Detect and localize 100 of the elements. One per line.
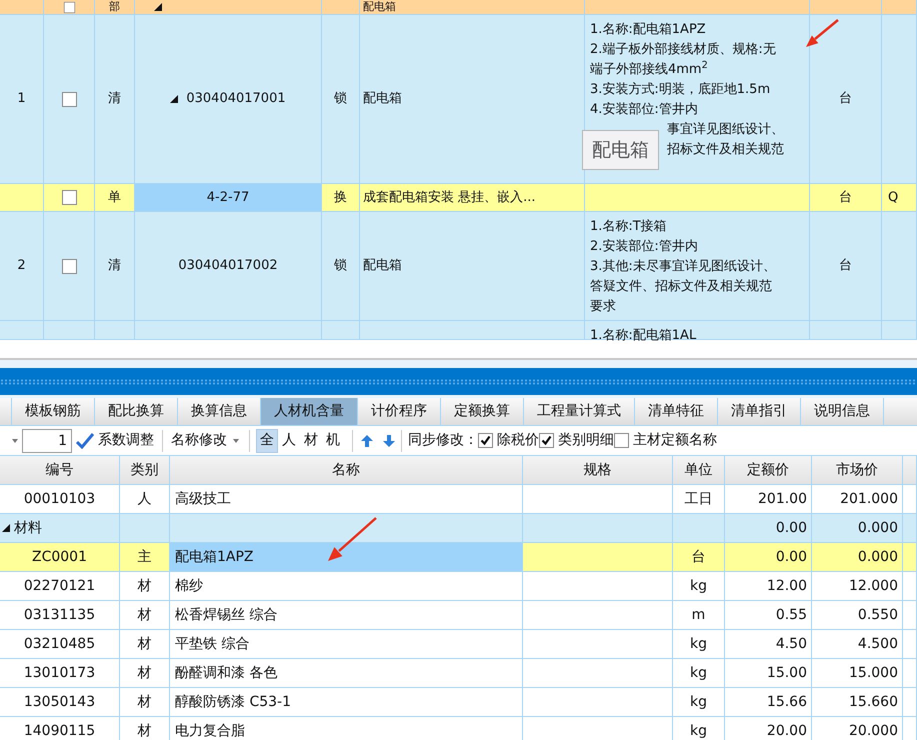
tab[interactable]: 工程量计算式 (524, 398, 635, 425)
feature-line: 要求 (590, 298, 616, 316)
code-cell-text: 13050143 (24, 692, 96, 712)
feature-line: 答疑文件、招标文件及相关规范 (590, 278, 772, 296)
column-header: 单位 (684, 460, 712, 480)
expand-triangle-icon[interactable] (154, 3, 162, 11)
checkbox[interactable] (62, 258, 76, 274)
name-cell-text: 棉纱 (175, 576, 203, 596)
code-cell-text: 03131135 (24, 606, 96, 624)
table-row[interactable]: 03131135 材 松香焊锡丝 综合 m 0.55 0.550 (0, 601, 917, 630)
type-cell-text: 清 (108, 257, 121, 276)
tab[interactable]: 清单特征 (635, 398, 718, 425)
unit-cell-text: kg (690, 692, 707, 712)
table-row[interactable]: 1.名称:配电箱1AL (0, 321, 917, 340)
column-header: 定额价 (747, 460, 789, 480)
market-price-cell-text: 4.500 (858, 634, 898, 654)
quota-price-cell-text: 20.00 (766, 722, 807, 740)
code-cell-text: 030404017001 (186, 90, 286, 108)
code-cell-text: ZC0001 (32, 548, 87, 566)
expand-triangle-icon[interactable] (170, 95, 178, 103)
checkmark-icon (541, 435, 552, 446)
up-arrow-icon[interactable] (361, 434, 373, 446)
quota-price-cell-text: 4.50 (776, 634, 807, 654)
name-cell-text: 酚醛调和漆 各色 (175, 664, 278, 682)
feature-line: 1.名称:配电箱1APZ (590, 21, 706, 39)
checkmark-icon (480, 435, 491, 446)
dropdown-caret-icon[interactable] (12, 438, 18, 442)
checkmark-icon (76, 432, 94, 448)
table-row[interactable]: 材料 0.00 0.000 (0, 514, 917, 543)
expand-triangle-icon[interactable] (2, 524, 10, 532)
table-row[interactable]: 00010103 人 高级技工 工日 201.00 201.000 (0, 485, 917, 514)
table-row[interactable]: 单 4-2-77 换 成套配电箱安装 悬挂、嵌入... 台 Q (0, 184, 917, 212)
tab[interactable]: 说明信息 (801, 398, 884, 425)
unit-cell-text: 台 (839, 90, 852, 108)
option-label: 除税价 (497, 431, 539, 450)
code-cell-text: 材料 (14, 518, 42, 538)
quota-price-cell-text: 201.00 (758, 490, 807, 508)
coefficient-adjust-button[interactable]: 系数调整 (76, 430, 154, 451)
tab[interactable]: 人材机含量 (261, 398, 358, 425)
table-row[interactable]: 13050143 材 醇酸防锈漆 C53-1 kg 15.66 15.660 (0, 688, 917, 717)
column-header: 类别 (130, 460, 158, 480)
market-price-cell-text: 15.000 (849, 664, 898, 682)
rename-dropdown[interactable]: 名称修改 (171, 430, 239, 451)
market-price-cell-text: 15.660 (849, 692, 898, 712)
tab[interactable]: 模板钢筋 (12, 398, 95, 425)
code-cell-text: 13010173 (24, 664, 96, 682)
lock-cell-text: 锁 (334, 90, 347, 108)
unit-cell-text: kg (690, 634, 707, 654)
feature-line: 2.安装部位:管井内 (590, 238, 698, 256)
feature-line: 端子外部接线4mm$^{2}$ (590, 60, 708, 79)
quota-price-cell-text: 0.00 (776, 548, 807, 566)
checkbox[interactable] (539, 433, 554, 448)
type-cell-text: 单 (108, 188, 121, 207)
code-cell-text: 03210485 (24, 634, 96, 654)
name-cell[interactable]: 配电箱1APZ (170, 543, 523, 572)
tab[interactable]: 计价程序 (358, 398, 441, 425)
filter-button[interactable]: 人 (278, 428, 300, 452)
feature-line: 事宜详见图纸设计、 (667, 121, 784, 139)
filter-button[interactable]: 全 (256, 428, 278, 452)
unit-cell-text: 台 (839, 188, 852, 207)
checkbox[interactable] (62, 92, 76, 106)
name-cell-text: 电力复合脂 (175, 722, 245, 740)
unit-cell-text: 台 (839, 257, 852, 276)
category-cell-text: 材 (138, 692, 152, 712)
checkbox[interactable] (478, 433, 493, 448)
market-price-cell-text: 20.000 (849, 722, 898, 740)
filter-button[interactable]: 材 (300, 428, 322, 452)
extra-cell-text: Q (888, 188, 898, 207)
column-header: 名称 (332, 460, 360, 480)
unit-cell-text: 工日 (684, 490, 712, 508)
sync-label: 同步修改： (408, 431, 478, 450)
feature-line: 招标文件及相关规范 (667, 141, 784, 159)
coefficient-field[interactable]: 1 (22, 428, 72, 452)
option-label: 类别明细 (558, 431, 614, 450)
table-row[interactable]: 02270121 材 棉纱 kg 12.00 12.000 (0, 572, 917, 601)
down-arrow-icon[interactable] (383, 434, 395, 446)
unit-cell-text: kg (690, 722, 707, 740)
quota-price-cell-text: 0.00 (776, 518, 807, 538)
feature-line: 1.名称:T接箱 (590, 218, 667, 236)
annotation-arrow (326, 516, 378, 563)
feature-line: 4.安装部位:管井内 (590, 101, 698, 119)
tab[interactable]: 定额换算 (441, 398, 524, 425)
code-cell[interactable]: 4-2-77 (135, 184, 322, 212)
table-row[interactable]: 03210485 材 平垫铁 综合 kg 4.50 4.500 (0, 630, 917, 659)
name-cell-text: 松香焊锡丝 综合 (175, 606, 278, 624)
name-cell-text: 成套配电箱安装 悬挂、嵌入... (363, 188, 536, 207)
column-header: 市场价 (836, 460, 878, 480)
name-cell-text: 醇酸防锈漆 C53-1 (175, 692, 291, 712)
tab[interactable]: 清单指引 (718, 398, 801, 425)
market-price-cell-text: 0.550 (858, 606, 898, 624)
table-row[interactable]: 2 清 030404017002 锁 配电箱 1.名称:T接箱 2.安装部位:管井内 3.其他:未尽事宜详见图纸设计、 答疑文件、招标文件及相关规范 要求 台 (0, 212, 917, 321)
unit-cell-text: m (692, 606, 706, 624)
tab[interactable]: 配比换算 (95, 398, 178, 425)
lock-cell-text: 锁 (334, 257, 347, 276)
checkbox[interactable] (614, 433, 629, 448)
table-row[interactable]: ZC0001 主 配电箱1APZ 台 0.00 0.000 (0, 543, 917, 572)
checkbox[interactable] (63, 1, 75, 13)
checkbox[interactable] (62, 190, 76, 205)
filter-button[interactable]: 机 (322, 428, 344, 452)
table-row[interactable]: 13010173 材 酚醛调和漆 各色 kg 15.00 15.000 (0, 659, 917, 688)
